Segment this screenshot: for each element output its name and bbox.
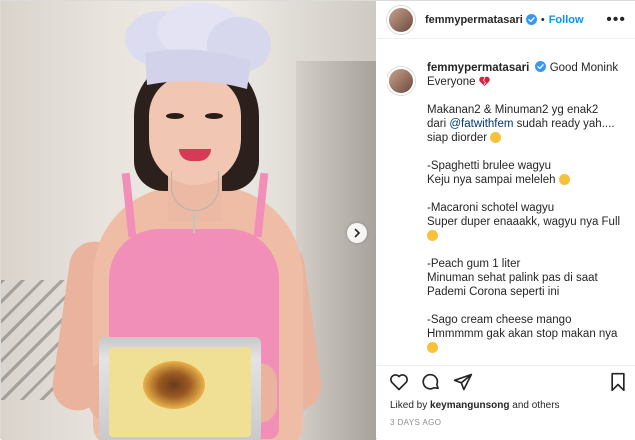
- caption-line: Keju nya sampai meleleh: [427, 173, 632, 187]
- share-icon[interactable]: [453, 372, 473, 392]
- caption-line: Makanan2 & Minuman2 yg enak2: [427, 104, 599, 116]
- next-photo-button[interactable]: [347, 223, 367, 243]
- chef-hat: [125, 3, 271, 89]
- grinning-emoji-icon: [490, 132, 502, 143]
- verified-badge-icon: [535, 61, 547, 72]
- caption-line: -Sago cream cheese mango: [427, 314, 572, 326]
- caption-line: dari @fatwithfem sudah ready yah.... sia…: [427, 117, 632, 145]
- post-timestamp[interactable]: 3 DAYS AGO: [390, 418, 441, 427]
- caption-line: Minuman sehat palink pas di saat Pademi …: [427, 272, 598, 298]
- post-photo[interactable]: [1, 1, 376, 440]
- header-username[interactable]: femmypermatasari: [425, 14, 523, 26]
- caption-area: femmypermatasari Good Monink Everyone Ma…: [387, 61, 632, 361]
- comment-icon[interactable]: [421, 372, 441, 392]
- chevron-right-icon: [354, 228, 361, 238]
- instagram-post: femmypermatasari • Follow ••• femmyperma…: [0, 0, 635, 440]
- header-separator: •: [540, 13, 545, 26]
- follow-button[interactable]: Follow: [549, 14, 584, 26]
- liked-by-username[interactable]: keymangunsong: [430, 400, 509, 411]
- right-eye: [205, 113, 223, 119]
- avatar[interactable]: [387, 5, 415, 34]
- action-icons: [389, 370, 628, 394]
- post-header: femmypermatasari • Follow •••: [377, 1, 635, 39]
- face: [149, 75, 241, 185]
- caption-comment: femmypermatasari Good Monink Everyone Ma…: [387, 61, 632, 355]
- cross-pendant-icon: [191, 211, 197, 233]
- bookmark-icon[interactable]: [608, 372, 628, 392]
- broken-heart-emoji-icon: [479, 76, 490, 87]
- more-options-button[interactable]: •••: [606, 11, 626, 27]
- likes-summary: Liked by keymangunsong and others: [390, 400, 560, 411]
- caption-line: -Spaghetti brulee wagyu: [427, 160, 552, 172]
- yum-emoji-icon: [558, 174, 570, 185]
- action-bar: Liked by keymangunsong and others 3 DAYS…: [377, 365, 635, 440]
- verified-badge-icon: [525, 14, 537, 25]
- yum-emoji-icon: [427, 342, 438, 353]
- browned-cheese: [143, 361, 205, 409]
- left-eye: [166, 113, 184, 119]
- caption-text: femmypermatasari Good Monink Everyone Ma…: [427, 61, 632, 355]
- caption-line-text: Keju nya sampai meleleh: [427, 174, 556, 186]
- likes-suffix[interactable]: and others: [512, 400, 559, 411]
- post-sidebar: femmypermatasari • Follow ••• femmyperma…: [377, 1, 635, 440]
- caption-line: Super duper enaaakk, wagyu nya Full: [427, 216, 621, 228]
- caption-line: -Macaroni schotel wagyu: [427, 202, 555, 214]
- caption-line-prefix: dari: [427, 118, 450, 130]
- caption-avatar[interactable]: [387, 67, 415, 95]
- mention-link[interactable]: @fatwithfem: [449, 118, 513, 130]
- yum-emoji-icon: [427, 230, 438, 241]
- caption-line: Hmmmmm gak akan stop makan nya: [427, 328, 618, 340]
- caption-line: -Peach gum 1 liter: [427, 258, 521, 270]
- likes-prefix: Liked by: [390, 400, 428, 411]
- caption-username[interactable]: femmypermatasari: [427, 62, 529, 74]
- heart-icon[interactable]: [389, 372, 409, 392]
